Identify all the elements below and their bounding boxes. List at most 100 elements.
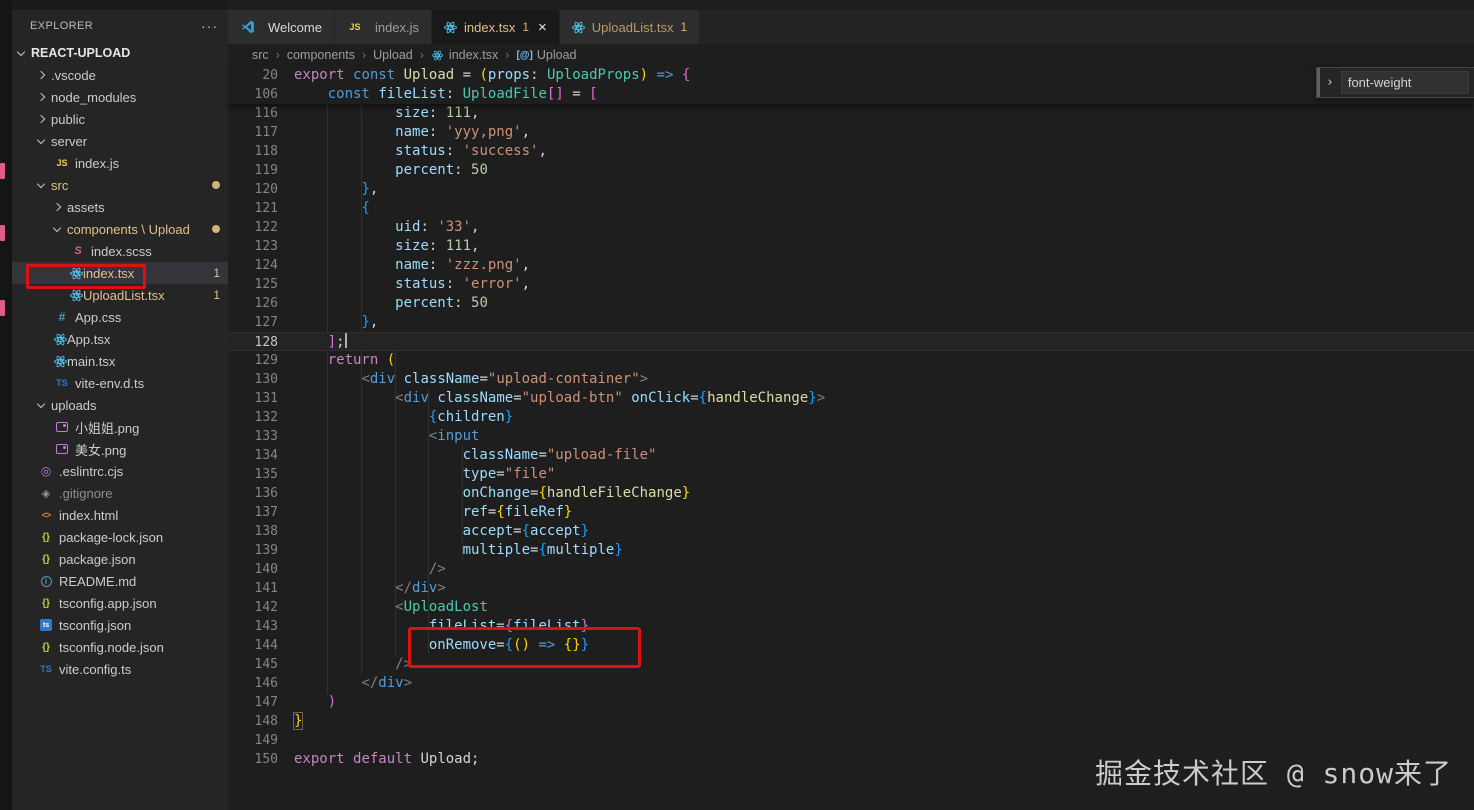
file-tree: .vscode node_modules public server JS index.j… [12,64,228,680]
line-number: 142 [254,600,278,615]
line-number: 148 [254,714,278,729]
breadcrumb-item-upload[interactable]: [@] Upload [516,48,576,62]
code-editor[interactable]: 20 export const Upload = (props: UploadPr… [228,66,1474,810]
tree-item-label: package.json [59,551,136,567]
json-icon: {} [42,597,50,609]
tree-item-tsconfig-json[interactable]: ts tsconfig.json [12,614,228,636]
react-icon [571,20,585,34]
tree-item-vite-config-ts[interactable]: TS vite.config.ts [12,658,228,680]
tree-item-index-html[interactable]: <> index.html [12,504,228,526]
code-line-120: 120 }, [228,180,1474,199]
chevron-down-icon [36,399,46,408]
tree-item-readme-md[interactable]: i README.md [12,570,228,592]
tree-item-app-tsx[interactable]: App.tsx [12,328,228,350]
tree-item-label: tsconfig.app.json [59,595,157,611]
find-widget-sash[interactable] [1317,68,1320,97]
tab-indextsx[interactable]: index.tsx 1 × [432,10,559,44]
window-left-edge [0,0,12,810]
left-edge-mark [0,300,5,316]
explorer-sidebar: EXPLORER ··· REACT-UPLOAD .vscode node_mo… [12,10,228,810]
tree-item-package-json[interactable]: {} package.json [12,548,228,570]
chevron-down-icon [36,179,46,188]
line-number: 129 [254,353,278,368]
code-line-130: 130 <div className="upload-container"> [228,370,1474,389]
code-line-121: 121 { [228,199,1474,218]
find-toggle-replace-chevron-icon[interactable]: › [1326,75,1334,90]
code-line-20: 20 export const Upload = (props: UploadPr… [228,66,1474,85]
tree-item-src[interactable]: src [12,174,228,196]
tree-item-components-upload[interactable]: components \ Upload [12,218,228,240]
line-number: 118 [254,144,278,159]
breadcrumb-label: Upload [536,48,577,62]
tree-item-node-modules[interactable]: node_modules [12,86,228,108]
tree-item-uploadlist-tsx[interactable]: UploadList.tsx 1 [12,284,228,306]
tree-item-public[interactable]: public [12,108,228,130]
symbol-icon: [@] [516,49,533,61]
line-number: 124 [254,258,278,273]
code-line-145: 145 /> [228,655,1474,674]
tree-item-tsconfig-node-json[interactable]: {} tsconfig.node.json [12,636,228,658]
code-line-132: 132 {children} [228,408,1474,427]
code-line-148: 148} [228,712,1474,731]
close-icon[interactable]: × [538,20,547,35]
code-line-131: 131 <div className="upload-btn" onClick=… [228,389,1474,408]
tree-item--png[interactable]: 小姐姐.png [12,416,228,438]
tree-item--png[interactable]: 美女.png [12,438,228,460]
breadcrumb-item-index-tsx[interactable]: index.tsx [431,48,498,62]
tree-item-label: package-lock.json [59,529,164,545]
code-line-143: 143 fileList={fileList} [228,617,1474,636]
code-line-140: 140 /> [228,560,1474,579]
tab-indexjs[interactable]: JS index.js [334,10,432,44]
typescript-icon: TS [40,664,52,674]
tree-item-label: index.html [59,507,119,523]
workspace-root-folder[interactable]: REACT-UPLOAD [12,42,228,64]
tree-item-server[interactable]: server [12,130,228,152]
line-number: 106 [254,87,278,102]
tree-item-vite-env-d-ts[interactable]: TS vite-env.d.ts [12,372,228,394]
tree-item-index-tsx[interactable]: index.tsx 1 [12,262,228,284]
tree-item--gitignore[interactable]: ◈ .gitignore [12,482,228,504]
code-line-117: 117 name: 'yyy,png', [228,123,1474,142]
tree-item-index-js[interactable]: JS index.js [12,152,228,174]
tree-item-uploads[interactable]: uploads [12,394,228,416]
line-number: 130 [254,372,278,387]
tree-item-main-tsx[interactable]: main.tsx [12,350,228,372]
git-icon: ◈ [41,487,51,500]
code-line-144: 144 onRemove={() => {}} [228,636,1474,655]
find-input[interactable] [1340,71,1469,94]
react-icon [70,266,83,280]
code-line-149: 149 [228,731,1474,750]
tree-item-index-scss[interactable]: Sindex.scss [12,240,228,262]
tree-item-tsconfig-app-json[interactable]: {} tsconfig.app.json [12,592,228,614]
tree-item-label: main.tsx [67,353,116,369]
breadcrumb-item-upload[interactable]: Upload [373,48,413,62]
tree-item-app-css[interactable]: # App.css [12,306,228,328]
code-line-138: 138 accept={accept} [228,522,1474,541]
watermark-text: 掘金技术社区 @ snow来了 [1094,757,1452,790]
code-lines: 116 size: 111, 117 name: 'yyy,png', 118 st… [228,104,1474,769]
breadcrumb-item-src[interactable]: src [252,48,269,62]
line-number: 116 [254,106,278,121]
left-edge-mark [0,225,5,241]
workspace-root-label: REACT-UPLOAD [31,46,131,60]
find-widget: › [1316,67,1474,98]
breadcrumb-item-components[interactable]: components [287,48,355,62]
code-line-126: 126 percent: 50 [228,294,1474,313]
explorer-more-actions-button[interactable]: ··· [201,18,218,34]
tree-item--eslintrc-cjs[interactable]: ◎ .eslintrc.cjs [12,460,228,482]
breadcrumb-label: index.tsx [448,48,499,62]
tree-item-label: server [51,133,88,149]
line-number: 134 [254,448,278,463]
breadcrumb-separator-icon: › [361,48,367,62]
code-line-123: 123 size: 111, [228,237,1474,256]
tab-welcome[interactable]: Welcome [228,10,334,44]
line-number: 143 [254,619,278,634]
line-number: 141 [254,581,278,596]
tree-item-assets[interactable]: assets [12,196,228,218]
tab-uploadlist[interactable]: UploadList.tsx 1 [559,10,700,44]
json-icon: {} [42,531,50,543]
tree-item-package-lock-json[interactable]: {} package-lock.json [12,526,228,548]
line-number: 120 [254,182,278,197]
tree-item--vscode[interactable]: .vscode [12,64,228,86]
line-number: 133 [254,429,278,444]
